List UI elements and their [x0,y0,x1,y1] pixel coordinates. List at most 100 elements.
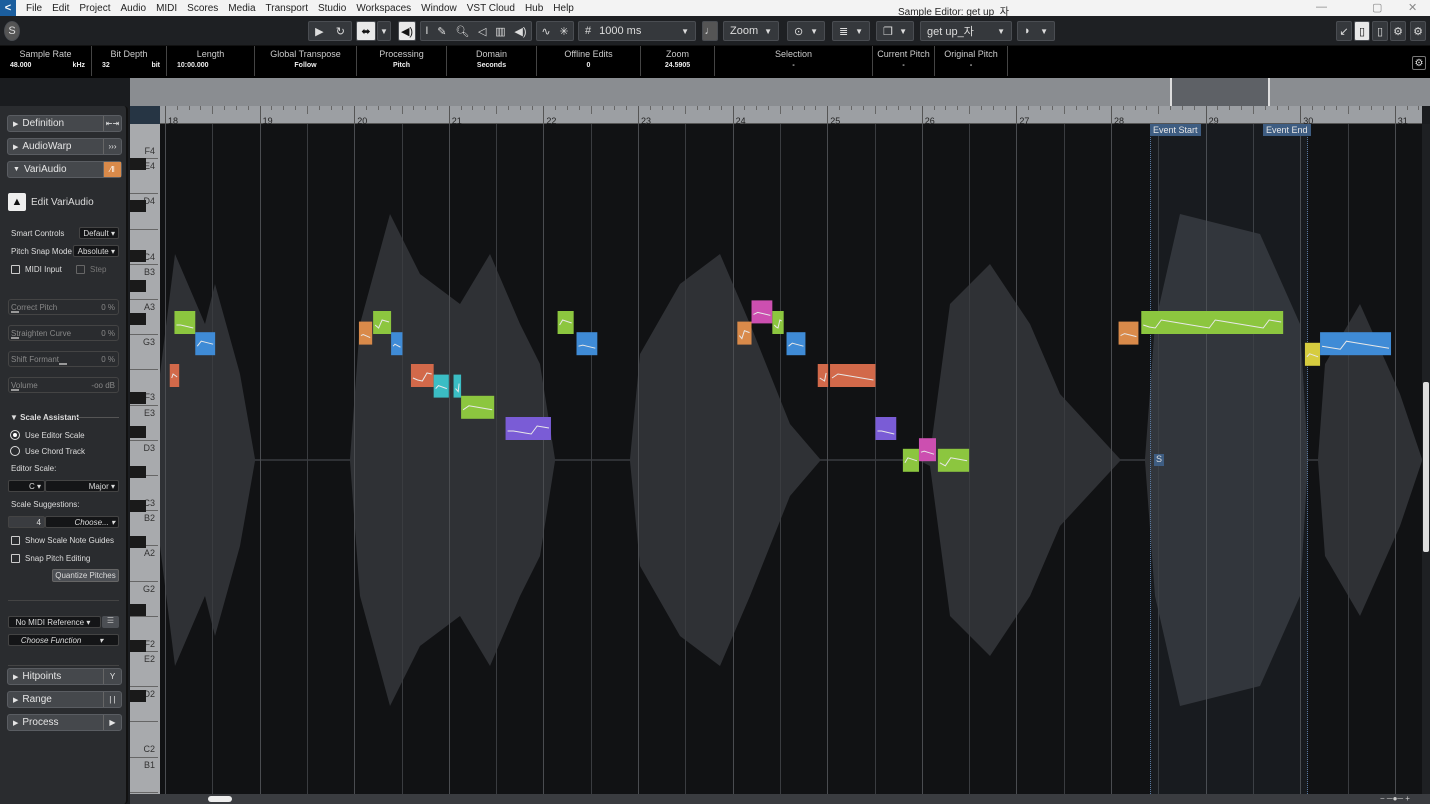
variaudio-editor[interactable]: Event Start Event End S [160,124,1422,794]
grid-select[interactable]: # 1000 ms ▼ [578,21,696,41]
info-bit-depth[interactable]: Bit Depth 32 bit [92,46,167,76]
info-global-transpose[interactable]: Global Transpose Follow [255,46,357,76]
pitch-segment[interactable] [505,417,551,440]
choose-function-dropdown[interactable]: Choose Function ▾ [8,634,119,646]
gear-icon[interactable]: ⚙ [1410,21,1426,41]
piano-key-dsharp2[interactable] [130,604,146,616]
step-checkbox[interactable] [76,265,85,274]
pitch-segment[interactable] [576,332,598,356]
setup-zone-icon[interactable]: ⚙ [1390,21,1406,41]
copy-select[interactable]: ❐ ▼ [876,21,914,41]
overview-view-range[interactable] [1170,78,1270,106]
piano-key-csharp4[interactable] [130,200,146,212]
menu-studio[interactable]: Studio [318,3,346,14]
vertical-scrollbar[interactable] [1422,124,1430,794]
menu-vst-cloud[interactable]: VST Cloud [467,3,515,14]
straighten-curve-slider[interactable]: Straighten Curve 0 % [8,325,119,341]
snap-icon[interactable]: ✳ [559,25,568,38]
midi-reference-icon[interactable]: ☰ [102,616,119,628]
zoom-select[interactable]: Zoom ▼ [723,21,779,41]
musical-mode-icon[interactable]: ♩ [702,21,718,41]
use-chord-track-radio[interactable] [10,446,20,456]
volume-slider[interactable]: Volume -oo dB [8,377,119,393]
definition-section[interactable]: ▶ Definition ⇤⇥ [7,115,122,132]
pitch-segment[interactable] [1118,321,1139,345]
menu-hub[interactable]: Hub [525,3,543,14]
play-icon[interactable]: ▶ [315,25,323,38]
show-select[interactable]: ⊙ ▼ [787,21,825,41]
piano-key-dsharp4[interactable] [130,158,146,170]
menu-scores[interactable]: Scores [187,3,218,14]
hitpoints-section[interactable]: ▶ Hitpoints Y [7,668,122,685]
pitch-segment[interactable] [875,417,897,440]
infoline-settings-icon[interactable]: ⚙ [1412,56,1426,70]
speaker-icon[interactable]: ◀) [398,21,416,41]
restore-button[interactable]: ▢ [1372,1,1382,14]
solo-icon[interactable]: S [4,21,20,41]
hand-select[interactable]: ◗ ▼ [1017,21,1055,41]
piano-key-gsharp3[interactable] [130,280,146,292]
menu-media[interactable]: Media [228,3,255,14]
mute-icon[interactable]: ◁ [478,25,486,38]
pitch-segment[interactable] [772,311,784,334]
audition-icon[interactable]: ◀) [514,25,526,38]
menu-help[interactable]: Help [553,3,574,14]
menu-file[interactable]: File [26,3,42,14]
variaudio-section[interactable]: ▼ VariAudio ⁄‖ [7,161,122,178]
scale-suggestions-dropdown[interactable]: Choose... ▾ [45,516,119,528]
piano-keyboard[interactable]: F4 E4 D4 C4 B3 A3 G3 F3 E3 D3 C3 B2 A2 G2 F2 E2 D2 C2 B1 [130,124,160,794]
pitch-segment[interactable] [358,321,373,345]
info-current-pitch[interactable]: Current Pitch - [873,46,935,76]
menu-project[interactable]: Project [79,3,110,14]
menu-edit[interactable]: Edit [52,3,69,14]
menu-midi[interactable]: MIDI [156,3,177,14]
pitch-segment[interactable] [737,321,752,345]
range-section[interactable]: ▶ Range | | [7,691,122,708]
scale-type-dropdown[interactable]: Major ▾ [45,480,119,492]
piano-key-f4[interactable]: F4 [130,124,158,160]
right-zone-icon[interactable]: ▯ [1372,21,1388,41]
scale-root-dropdown[interactable]: C ▾ [8,480,45,492]
zoom-slider[interactable]: − ─●─ + [1380,794,1425,804]
quantize-pitches-button[interactable]: Quantize Pitches [52,569,119,582]
object-select-icon[interactable]: ⬌ [356,21,376,41]
horizontal-scroll-thumb[interactable] [208,796,232,802]
piano-key-g3[interactable]: G3 [130,335,158,371]
arrow-icon[interactable]: ↙ [1336,21,1352,41]
process-section[interactable]: ▶ Process ▶ [7,714,122,731]
piano-key-asharp2[interactable] [130,466,146,478]
pitch-segment[interactable] [174,311,196,334]
correct-pitch-slider[interactable]: Correct Pitch 0 % [8,299,119,315]
piano-key-fsharp3[interactable] [130,313,146,325]
minimize-button[interactable]: — [1316,1,1327,13]
range-icon[interactable]: I [425,25,428,37]
info-offline-edits[interactable]: Offline Edits 0 [537,46,641,76]
info-domain[interactable]: Domain Seconds [447,46,537,76]
pitch-segment[interactable] [391,332,403,356]
info-sample-rate[interactable]: Sample Rate 48.000 kHz [0,46,92,76]
curve-icon[interactable]: ∿ [541,25,550,38]
shift-formant-slider[interactable]: Shift Formant 0 % [8,351,119,367]
audiowarp-section[interactable]: ▶ AudioWarp ››› [7,138,122,155]
piano-key-c2[interactable]: C2 [130,722,158,758]
pitch-segment[interactable] [1320,332,1392,356]
piano-key-e2[interactable]: E2 [130,652,158,688]
info-selection[interactable]: Selection - [715,46,873,76]
midi-reference-dropdown[interactable]: No MIDI Reference ▾ [8,616,101,628]
pitch-segment[interactable] [817,364,829,387]
info-original-pitch[interactable]: Original Pitch - [935,46,1008,76]
piano-key-asharp3[interactable] [130,250,146,262]
tool-dropdown[interactable]: ▼ [377,21,391,41]
snap-pitch-editing-checkbox[interactable] [11,554,20,563]
pitch-segment[interactable] [373,311,392,334]
overview-strip[interactable] [130,78,1430,106]
piano-key-csharp3[interactable] [130,426,146,438]
scale-assistant-header[interactable]: ▼ Scale Assistant [10,413,79,422]
loop-icon[interactable]: ↻ [336,25,345,38]
close-button[interactable]: ✕ [1408,1,1417,14]
piano-key-asharp1[interactable] [130,690,146,702]
pitch-segment[interactable] [830,364,876,387]
pitch-segment[interactable] [1141,311,1284,334]
menu-audio[interactable]: Audio [120,3,146,14]
pitch-snap-dropdown[interactable]: Absolute ▾ [73,245,119,257]
